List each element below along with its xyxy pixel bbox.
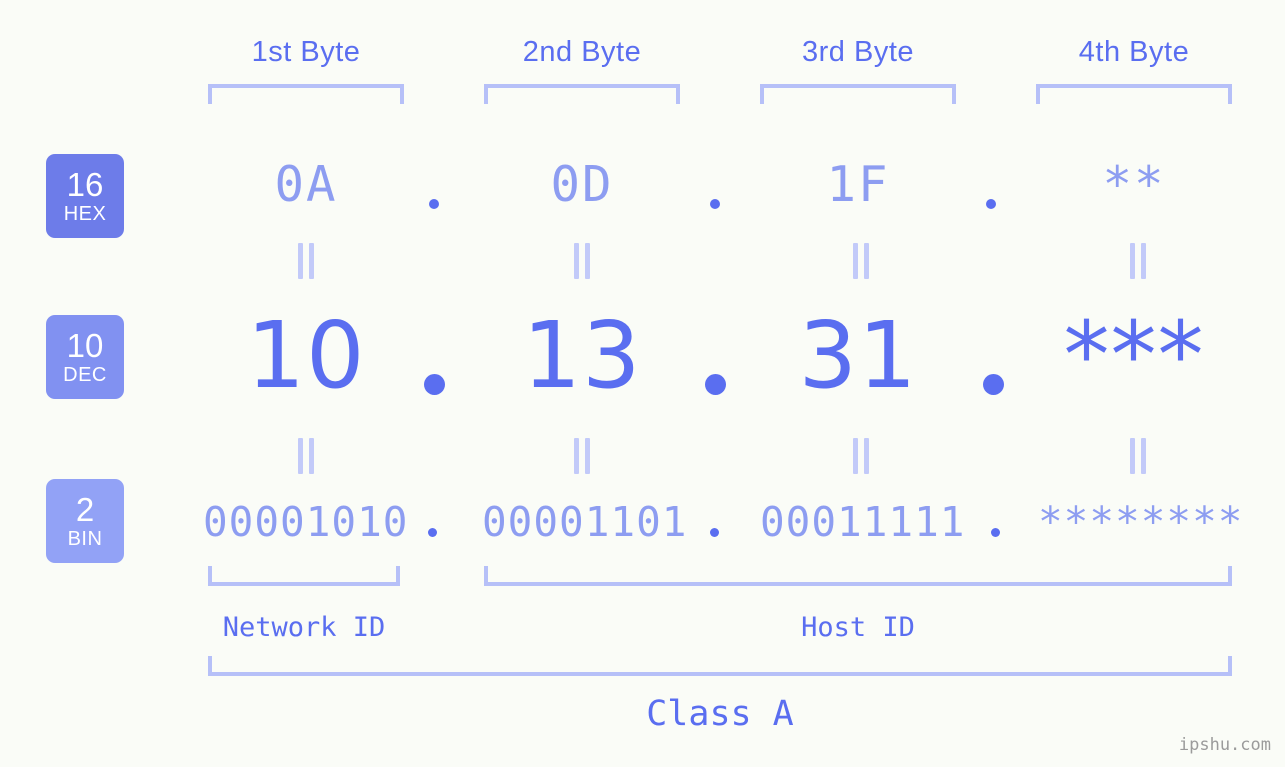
bin-octet-3: 00011111: [760, 498, 966, 546]
dec-separator-dot-2: [705, 374, 726, 395]
radix-badge-hex: 16 HEX: [46, 154, 124, 238]
host-id-bracket: [484, 566, 1232, 586]
radix-badge-bin-number: 2: [75, 491, 95, 528]
radix-badge-dec-system: DEC: [63, 364, 107, 386]
byte-bracket-3: [760, 84, 956, 104]
hex-octet-1: 0A: [274, 156, 338, 213]
equals-hex-dec-3: [849, 243, 873, 279]
hex-octet-2: 0D: [550, 156, 614, 213]
dec-octet-2: 13: [522, 302, 642, 409]
equals-hex-dec-2: [570, 243, 594, 279]
equals-dec-bin-4: [1126, 438, 1150, 474]
bin-octet-4: ********: [1038, 498, 1244, 546]
bin-octet-1: 00001010: [203, 498, 409, 546]
byte-header-2: 2nd Byte: [522, 36, 642, 68]
radix-badge-bin: 2 BIN: [46, 479, 124, 563]
bin-octet-2: 00001101: [482, 498, 688, 546]
dec-octet-1: 10: [246, 302, 366, 409]
bin-separator-dot-3: [991, 528, 1000, 537]
byte-bracket-4: [1036, 84, 1232, 104]
hex-octet-3: 1F: [826, 156, 890, 213]
equals-hex-dec-4: [1126, 243, 1150, 279]
radix-badge-bin-system: BIN: [67, 528, 103, 550]
host-id-label: Host ID: [801, 612, 915, 643]
radix-badge-dec-number: 10: [66, 327, 104, 364]
byte-bracket-1: [208, 84, 404, 104]
network-id-bracket: [208, 566, 400, 586]
network-id-label: Network ID: [222, 612, 386, 643]
equals-dec-bin-3: [849, 438, 873, 474]
hex-separator-dot-2: [710, 199, 720, 209]
byte-header-3: 3rd Byte: [802, 36, 914, 68]
hex-separator-dot-3: [986, 199, 996, 209]
radix-badge-hex-system: HEX: [63, 203, 107, 225]
bin-separator-dot-1: [428, 528, 437, 537]
dec-separator-dot-1: [424, 374, 445, 395]
bin-separator-dot-2: [710, 528, 719, 537]
hex-octet-4: **: [1102, 156, 1166, 213]
class-label: Class A: [646, 694, 794, 734]
dec-octet-4: ***: [1063, 302, 1205, 409]
ip-address-breakdown-diagram: 1st Byte 2nd Byte 3rd Byte 4th Byte 16 H…: [0, 0, 1285, 767]
site-watermark: ipshu.com: [1178, 735, 1271, 755]
class-bracket: [208, 656, 1232, 676]
equals-hex-dec-1: [294, 243, 318, 279]
byte-header-4: 4th Byte: [1078, 36, 1190, 68]
radix-badge-hex-number: 16: [66, 166, 104, 203]
equals-dec-bin-2: [570, 438, 594, 474]
radix-badge-dec: 10 DEC: [46, 315, 124, 399]
byte-header-1: 1st Byte: [251, 36, 361, 68]
hex-separator-dot-1: [429, 199, 439, 209]
dec-octet-3: 31: [798, 302, 918, 409]
equals-dec-bin-1: [294, 438, 318, 474]
byte-bracket-2: [484, 84, 680, 104]
dec-separator-dot-3: [983, 374, 1004, 395]
